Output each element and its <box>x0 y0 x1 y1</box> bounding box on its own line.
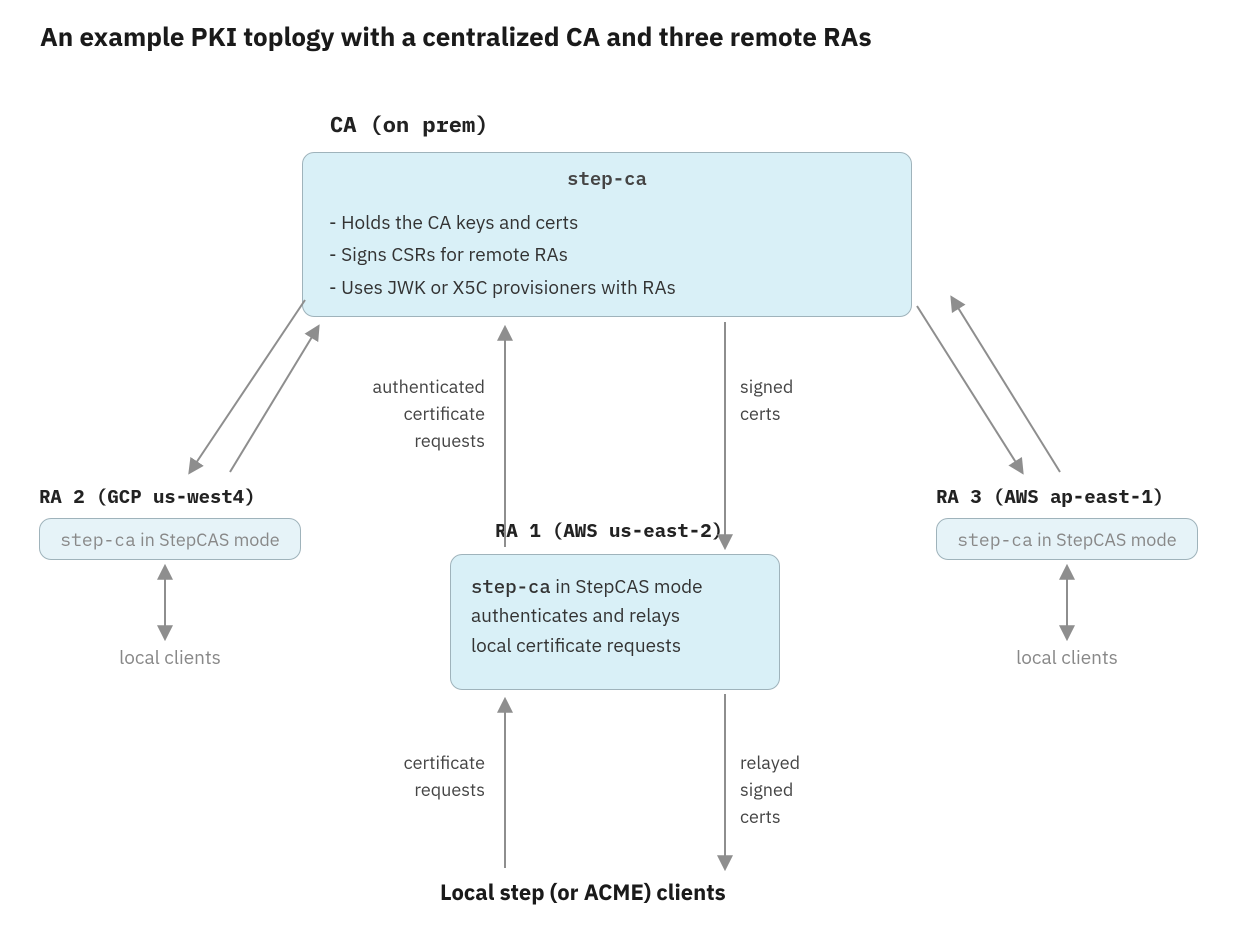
ra3-heading: RA 3 (AWS ap-east-1) <box>936 485 1164 509</box>
ca-heading: CA (on prem) <box>330 110 488 139</box>
ra2-box-rest: in StepCAS mode <box>136 528 280 551</box>
cert-requests-label: certificate requests <box>355 749 485 803</box>
ra2-heading: RA 2 (GCP us-west4) <box>39 485 256 509</box>
ra1-box-rest: in StepCAS mode <box>551 575 703 599</box>
ca-box-bullets: - Holds the CA keys and certs - Signs CS… <box>329 207 676 304</box>
ra3-box: step-ca in StepCAS mode <box>936 518 1198 560</box>
ra3-box-rest: in StepCAS mode <box>1033 528 1177 551</box>
signed-certs-label: signed certs <box>740 373 793 427</box>
relayed-line1: relayed <box>740 749 800 776</box>
ca-box-title: step-ca <box>303 167 911 191</box>
signed-line2: certs <box>740 400 793 427</box>
ra1-line3: local certificate requests <box>471 632 759 661</box>
ca-bullet-2: - Signs CSRs for remote RAs <box>329 239 676 271</box>
ra1-box-code: step-ca <box>471 575 551 599</box>
ca-box: step-ca - Holds the CA keys and certs - … <box>302 152 912 317</box>
ra2-clients-label: local clients <box>39 646 301 670</box>
ra1-line2: authenticates and relays <box>471 602 759 631</box>
ra2-box: step-ca in StepCAS mode <box>39 518 301 560</box>
local-clients-label: Local step (or ACME) clients <box>440 878 726 907</box>
auth-cert-requests-label: authenticated certificate requests <box>335 373 485 454</box>
cert-req-line1: certificate <box>355 749 485 776</box>
cert-req-line2: requests <box>355 776 485 803</box>
diagram-title: An example PKI toplogy with a centralize… <box>40 20 872 54</box>
ra1-box: step-ca in StepCAS mode authenticates an… <box>450 554 780 690</box>
ca-bullet-3: - Uses JWK or X5C provisioners with RAs <box>329 272 676 304</box>
ra3-clients-label: local clients <box>936 646 1198 670</box>
ra1-heading: RA 1 (AWS us-east-2) <box>495 519 723 543</box>
signed-line1: signed <box>740 373 793 400</box>
relayed-line2: signed <box>740 776 800 803</box>
auth-req-line1: authenticated <box>335 373 485 400</box>
ra3-box-code: step-ca <box>957 528 1033 551</box>
ra2-box-code: step-ca <box>60 528 136 551</box>
relayed-certs-label: relayed signed certs <box>740 749 800 830</box>
ca-bullet-1: - Holds the CA keys and certs <box>329 207 676 239</box>
auth-req-line3: requests <box>335 427 485 454</box>
auth-req-line2: certificate <box>335 400 485 427</box>
connector-arrows <box>0 0 1240 948</box>
relayed-line3: certs <box>740 803 800 830</box>
